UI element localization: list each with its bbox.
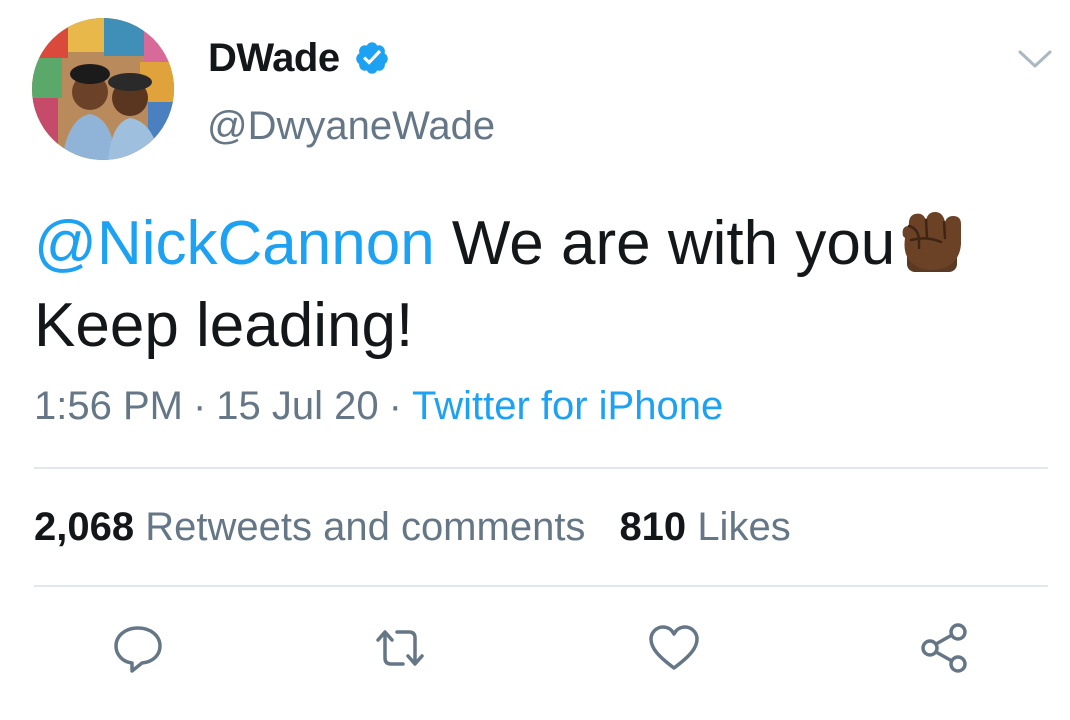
likes-stat[interactable]: 810 Likes [619,505,790,549]
mention-link[interactable]: @NickCannon [34,209,435,278]
tweet-text-line2: Keep leading! [34,291,414,360]
tweet-source-link[interactable]: Twitter for iPhone [412,384,723,428]
tweet-time: 1:56 PM [34,384,183,428]
tweet-text: @NickCannon We are with you Keep leading… [34,203,1044,367]
retweets-stat[interactable]: 2,068 Retweets and comments [34,505,585,549]
author-name-row[interactable]: DWade [208,32,390,84]
retweet-button[interactable] [372,620,428,676]
tweet-text-line1: We are with you [434,209,896,278]
meta-separator: · [192,384,207,428]
reply-button[interactable] [110,620,166,676]
heart-icon [649,625,699,670]
meta-separator: · [388,384,402,428]
avatar[interactable] [32,18,174,160]
tweet-stats: 2,068 Retweets and comments 810 Likes [34,505,791,550]
likes-count: 810 [619,505,687,549]
tweet-date: 15 Jul 20 [216,384,379,428]
retweets-count: 2,068 [34,505,135,549]
retweets-label: Retweets and comments [145,505,586,549]
display-name[interactable]: DWade [208,36,340,81]
share-icon [921,623,967,673]
avatar-photo [32,18,174,160]
tweet-meta: 1:56 PM · 15 Jul 20 · Twitter for iPhone [34,384,723,429]
comment-icon [114,626,162,673]
share-button[interactable] [916,620,972,676]
verified-badge-icon [355,42,388,74]
like-button[interactable] [646,620,702,676]
divider [34,585,1048,587]
likes-label: Likes [697,505,791,549]
divider [34,467,1048,469]
retweet-icon [376,630,424,666]
user-handle[interactable]: @DwyaneWade [207,104,495,149]
raised-fist-emoji-icon [902,212,962,272]
chevron-down-icon[interactable] [1016,46,1054,72]
